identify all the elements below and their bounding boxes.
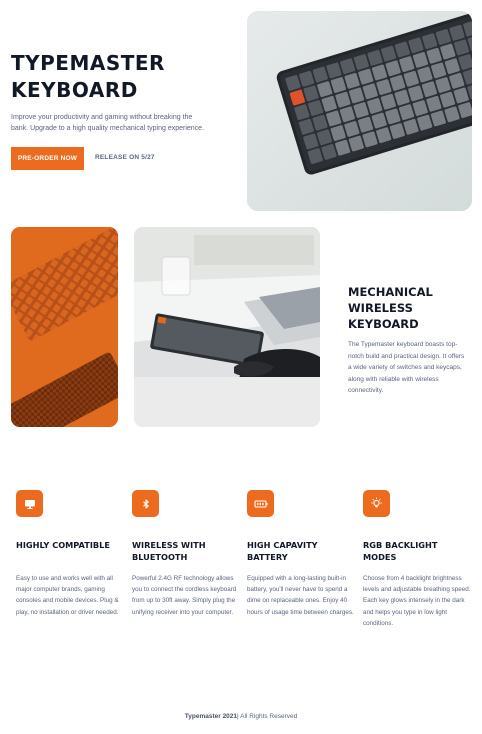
footer-rights: | All Rights Reserved <box>237 713 298 720</box>
feature-description: Easy to use and works well with all majo… <box>16 575 119 616</box>
pre-order-button[interactable]: PRE-ORDER NOW <box>11 147 84 170</box>
footer: Typemaster 2021| All Rights Reserved <box>0 713 482 720</box>
release-date-link[interactable]: RELEASE ON 5/27 <box>95 154 155 161</box>
monitor-icon <box>16 490 43 517</box>
feature-bluetooth: WIRELESS WITH BLUETOOTH Powerful 2.4G RF… <box>132 490 240 618</box>
feature-description: Choose from 4 backlight brightness level… <box>363 575 471 627</box>
hero-keyboard-image <box>247 11 472 211</box>
bluetooth-icon <box>132 490 159 517</box>
feature-compatible: HIGHLY COMPATIBLE Easy to use and works … <box>16 490 124 618</box>
hero-title: TYPEMASTER KEYBOARD <box>11 51 165 102</box>
footer-brand: Typemaster 2021 <box>184 713 238 720</box>
feature-description: Powerful 2.4G RF technology allows you t… <box>132 575 237 616</box>
desk-setup-image <box>134 227 320 427</box>
feature-backlight: RGB BACKLIGHT MODES Choose from 4 backli… <box>363 490 471 629</box>
lightbulb-icon <box>363 490 390 517</box>
feature-title: HIGHLY COMPATIBLE <box>16 540 110 550</box>
feature-block-title: MECHANICAL WIRELESS KEYBOARD <box>348 285 433 331</box>
orange-keyboard-image <box>11 227 118 427</box>
feature-title: RGB BACKLIGHT MODES <box>363 540 438 562</box>
hero-description: Improve your productivity and gaming wit… <box>11 114 205 132</box>
feature-block-description: The Typemaster keyboard boasts top-notch… <box>348 341 465 394</box>
keyboard-photo <box>247 11 472 211</box>
feature-title: HIGH CAPAVITY BATTERY <box>247 540 318 562</box>
battery-icon <box>247 490 274 517</box>
feature-description: Equipped with a long-lasting built-in ba… <box>247 575 354 616</box>
feature-title: WIRELESS WITH BLUETOOTH <box>132 540 206 562</box>
feature-battery: HIGH CAPAVITY BATTERY Equipped with a lo… <box>247 490 355 618</box>
